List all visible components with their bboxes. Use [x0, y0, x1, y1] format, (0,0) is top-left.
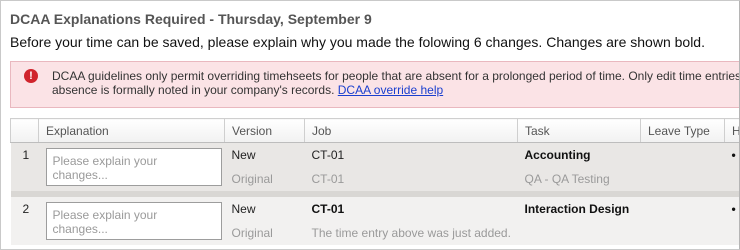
- alert-message: DCAA guidelines only permit overriding t…: [52, 69, 740, 97]
- alert-text-line-1: DCAA guidelines only permit overriding t…: [52, 69, 740, 83]
- dcaa-override-help-link[interactable]: DCAA override help: [338, 83, 443, 97]
- job-original: CT-01: [304, 167, 518, 191]
- leave-type-new: [640, 142, 725, 167]
- row-number-spacer: [10, 167, 39, 191]
- column-header-job[interactable]: Job: [304, 118, 518, 143]
- version-new: New: [224, 142, 305, 167]
- explanation-cell: [38, 142, 225, 191]
- column-header-leave-type[interactable]: Leave Type: [640, 118, 725, 143]
- explanation-cell: [38, 197, 225, 245]
- row-number-spacer: [10, 221, 39, 245]
- column-header-task[interactable]: Task: [517, 118, 641, 143]
- job-new: CT-01: [304, 142, 518, 167]
- dcaa-alert: ! DCAA guidelines only permit overriding…: [10, 61, 740, 108]
- changes-table: Explanation Version Job Task Leave Type …: [10, 118, 739, 245]
- task-original: QA - QA Testing: [517, 167, 641, 191]
- column-header-explanation[interactable]: Explanation: [38, 118, 225, 143]
- job-original: The time entry above was just added.: [304, 221, 518, 245]
- instructions-text: Before your time can be saved, please ex…: [10, 34, 705, 50]
- version-new: New: [224, 197, 305, 221]
- column-header-hours[interactable]: Ho: [724, 118, 739, 143]
- version-original: Original: [224, 167, 305, 191]
- task-original: [517, 221, 641, 245]
- alert-text-line-2: absence is formally noted in your compan…: [52, 83, 335, 97]
- table-header-row: Explanation Version Job Task Leave Type …: [10, 118, 739, 143]
- leave-type-original: [640, 221, 725, 245]
- table-row: 2 New CT-01 Interaction Design •: [10, 197, 739, 245]
- task-new: Accounting: [517, 142, 641, 167]
- task-new: Interaction Design: [517, 197, 641, 221]
- leave-type-original: [640, 167, 725, 191]
- table-row: 1 New CT-01 Accounting •: [10, 142, 739, 191]
- leave-type-new: [640, 197, 725, 221]
- hours-original: [724, 221, 739, 245]
- dcaa-explanations-panel: DCAA Explanations Required - Thursday, S…: [0, 0, 740, 250]
- hours-new: •: [724, 142, 739, 167]
- row-number: 2: [10, 197, 39, 221]
- error-icon: !: [24, 69, 38, 83]
- version-original: Original: [224, 221, 305, 245]
- hours-original: [724, 167, 739, 191]
- column-header-number: [10, 118, 39, 143]
- hours-new: •: [724, 197, 739, 221]
- row-number: 1: [10, 142, 39, 167]
- explanation-input[interactable]: [45, 148, 222, 186]
- job-new: CT-01: [304, 197, 518, 221]
- explanation-input[interactable]: [45, 202, 222, 240]
- column-header-version[interactable]: Version: [224, 118, 305, 143]
- page-title: DCAA Explanations Required - Thursday, S…: [10, 11, 372, 27]
